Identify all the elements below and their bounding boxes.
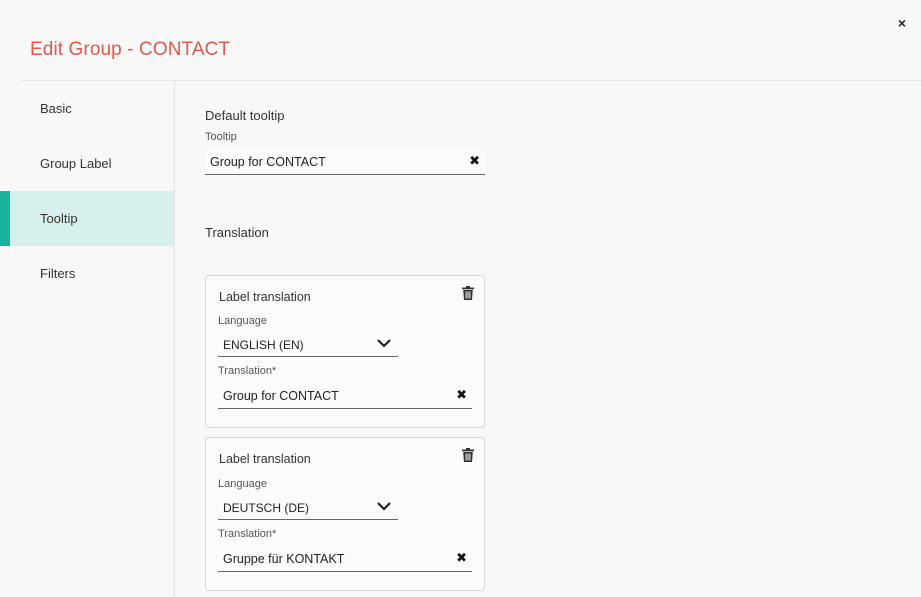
label-translation-card: Label translation Language ENGLISH (EN) … <box>205 275 485 428</box>
label-translation-card: Label translation Language DEUTSCH (DE) … <box>205 437 485 591</box>
language-label: Language <box>218 315 267 327</box>
tooltip-field-label: Tooltip <box>205 131 237 143</box>
clear-icon[interactable]: ✖ <box>469 153 480 169</box>
translation-label: Translation* <box>218 365 277 377</box>
clear-icon[interactable]: ✖ <box>456 550 467 566</box>
language-label: Language <box>218 478 267 490</box>
translation-input[interactable]: Group for CONTACT ✖ <box>218 383 472 409</box>
chevron-down-icon <box>377 339 391 348</box>
main-content: Default tooltip Tooltip Group for CONTAC… <box>205 81 921 597</box>
language-select[interactable]: DEUTSCH (DE) <box>218 495 398 520</box>
language-select-value: DEUTSCH (DE) <box>223 501 309 515</box>
translation-label: Translation* <box>218 528 277 540</box>
dialog-title: Edit Group - CONTACT <box>30 39 231 60</box>
translation-input-value: Group for CONTACT <box>223 389 339 403</box>
sidebar-item-group-label[interactable]: Group Label <box>0 136 174 191</box>
clear-icon[interactable]: ✖ <box>456 387 467 403</box>
card-title: Label translation <box>219 290 311 304</box>
sidebar-item-basic[interactable]: Basic <box>0 81 174 136</box>
chevron-down-icon <box>377 502 391 511</box>
translation-input[interactable]: Gruppe für KONTAKT ✖ <box>218 546 472 572</box>
close-icon[interactable]: × <box>895 14 909 32</box>
sidebar-item-filters[interactable]: Filters <box>0 246 174 301</box>
translation-input-value: Gruppe für KONTAKT <box>223 552 345 566</box>
sidebar: Basic Group Label Tooltip Filters <box>0 81 175 597</box>
default-tooltip-heading: Default tooltip <box>205 108 285 123</box>
translation-heading: Translation <box>205 225 269 240</box>
trash-icon[interactable] <box>462 286 474 300</box>
tooltip-input[interactable]: Group for CONTACT ✖ <box>205 149 485 175</box>
trash-icon[interactable] <box>462 448 474 462</box>
card-title: Label translation <box>219 452 311 466</box>
tooltip-input-value: Group for CONTACT <box>210 155 326 169</box>
sidebar-item-tooltip[interactable]: Tooltip <box>0 191 174 246</box>
language-select-value: ENGLISH (EN) <box>223 338 304 352</box>
language-select[interactable]: ENGLISH (EN) <box>218 332 398 357</box>
